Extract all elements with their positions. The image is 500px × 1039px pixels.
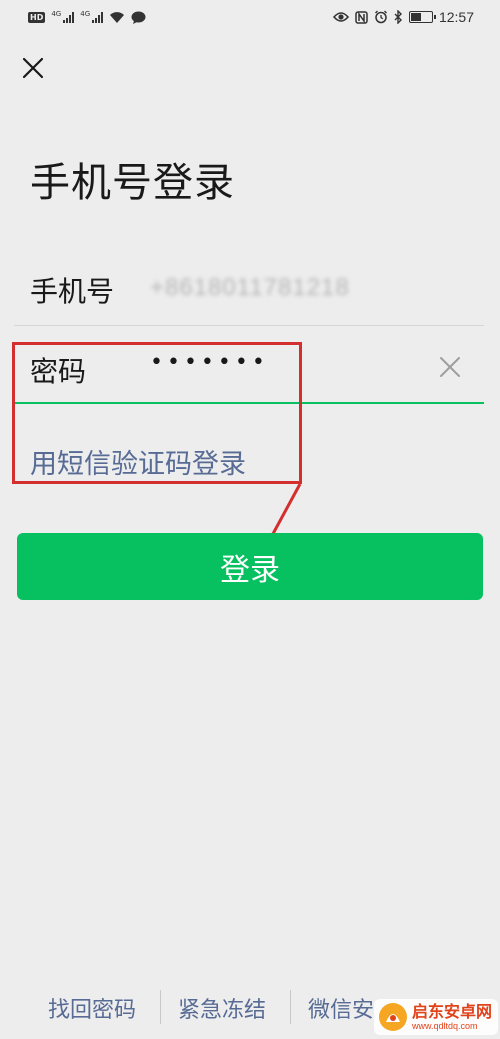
- watermark-name: 启东安卓网: [411, 1001, 492, 1021]
- page-title: 手机号登录: [30, 160, 235, 206]
- password-field[interactable]: •••••••: [150, 350, 269, 375]
- divider: [14, 325, 484, 326]
- sms-login-link[interactable]: 用短信验证码登录: [30, 442, 246, 481]
- alarm-icon: [374, 10, 387, 24]
- watermark-text: 启东安卓网 www.qdltdq.com: [411, 1001, 492, 1031]
- clock: 12:57: [438, 9, 474, 25]
- password-focus-underline: [14, 402, 484, 404]
- clear-icon: [440, 357, 460, 377]
- nfc-icon: [355, 10, 368, 24]
- watermark: 启东安卓网 www.qdltdq.com: [373, 999, 498, 1035]
- battery-icon: [408, 11, 436, 23]
- chat-icon: [131, 11, 146, 24]
- footer-divider: [160, 990, 161, 1024]
- login-button[interactable]: 登录: [17, 533, 483, 600]
- status-right: 12:57: [332, 9, 474, 25]
- watermark-url: www.qdltdq.com: [411, 1020, 478, 1031]
- bluetooth-icon: [394, 10, 402, 24]
- footer-link-wechat-security[interactable]: 微信安: [308, 992, 374, 1024]
- watermark-logo-icon: [378, 1003, 407, 1031]
- network-type-label: 4G: [51, 10, 62, 18]
- close-icon: [22, 57, 44, 79]
- footer-link-recover-password[interactable]: 找回密码: [48, 992, 136, 1024]
- wifi-icon: [110, 11, 125, 23]
- signal-icon-2: 4G: [80, 10, 104, 23]
- eye-icon: [332, 12, 349, 22]
- network-type-label-2: 4G: [80, 10, 91, 18]
- footer-link-emergency-freeze[interactable]: 紧急冻结: [178, 992, 266, 1024]
- battery-level: [410, 13, 421, 21]
- phone-number-field[interactable]: +8618011781218: [150, 274, 350, 302]
- footer-divider: [290, 990, 291, 1024]
- status-left: HD 4G 4G: [28, 11, 146, 24]
- password-label: 密码: [30, 355, 87, 388]
- clear-password-button[interactable]: [437, 354, 463, 380]
- status-bar: HD 4G 4G 12:57: [0, 0, 500, 34]
- hd-badge: HD: [28, 11, 46, 23]
- phone-label: 手机号: [30, 275, 115, 308]
- signal-icon: 4G: [51, 10, 75, 23]
- close-button[interactable]: [20, 55, 46, 81]
